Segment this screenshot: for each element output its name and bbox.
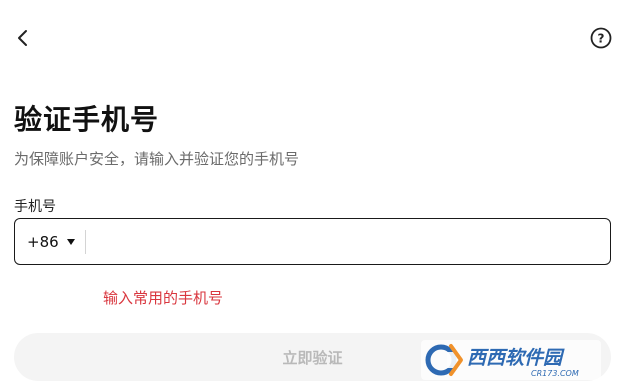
phone-field: +86 [14, 218, 611, 265]
question-circle-icon: ? [590, 27, 612, 49]
country-code-select[interactable]: +86 [15, 219, 85, 264]
back-button[interactable] [12, 27, 34, 49]
page-title: 验证手机号 [14, 103, 160, 136]
chevron-left-icon [18, 30, 27, 46]
country-code-value: +86 [27, 232, 59, 251]
phone-input[interactable] [85, 219, 610, 264]
caret-down-icon [66, 238, 75, 245]
phone-hint: 输入常用的手机号 [103, 289, 224, 307]
verify-button[interactable]: 立即验证 [14, 333, 611, 381]
help-glyph: ? [598, 32, 605, 46]
help-button[interactable]: ? [590, 27, 612, 49]
page-subtitle: 为保障账户安全，请输入并验证您的手机号 [14, 150, 300, 168]
phone-field-label: 手机号 [14, 199, 56, 215]
